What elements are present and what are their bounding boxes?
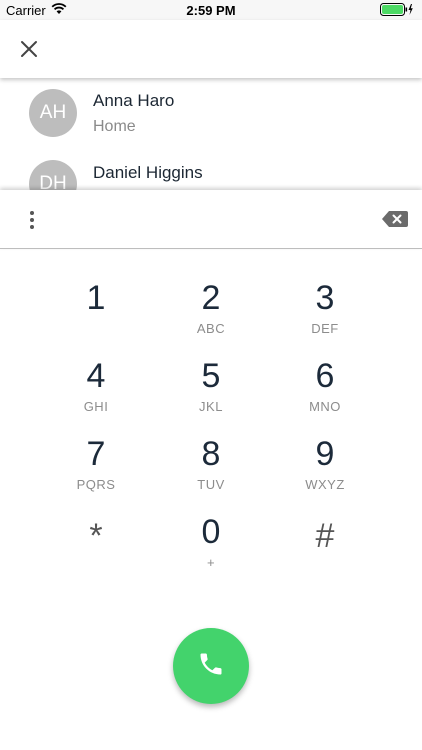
key-letters: MNO xyxy=(309,399,341,414)
backspace-icon[interactable] xyxy=(381,209,409,229)
app-bar xyxy=(0,20,422,78)
dial-key-3[interactable]: 3 DEF xyxy=(275,278,375,350)
contact-name: Daniel Higgins xyxy=(93,163,203,182)
key-digit: 1 xyxy=(86,279,106,317)
key-letters: ABC xyxy=(196,321,226,336)
contact-number-type: Home xyxy=(93,118,136,135)
key-digit: # xyxy=(315,517,335,555)
dial-pad: 1 2 ABC 3 DEF 4 GHI 5 JKL 6 MNO 7 PQRS 8… xyxy=(0,248,422,588)
contact-suggestions-list: AH Anna Haro Home DH Daniel Higgins xyxy=(0,78,422,190)
status-bar: Carrier 2:59 PM xyxy=(0,0,422,20)
key-letters: PQRS xyxy=(76,477,116,492)
contact-row[interactable]: AH Anna Haro Home xyxy=(0,78,422,150)
key-letters: + xyxy=(206,555,216,570)
dial-key-4[interactable]: 4 GHI xyxy=(46,356,146,428)
key-digit: 9 xyxy=(315,435,335,473)
key-digit: 2 xyxy=(201,279,221,317)
more-vert-icon[interactable] xyxy=(28,210,36,230)
dial-key-7[interactable]: 7 PQRS xyxy=(46,434,146,506)
key-digit: 5 xyxy=(201,357,221,395)
avatar: DH xyxy=(29,160,77,190)
clock-time: 2:59 PM xyxy=(186,3,236,18)
close-icon[interactable] xyxy=(19,39,39,59)
contact-row[interactable]: DH Daniel Higgins xyxy=(0,150,422,190)
dial-key-6[interactable]: 6 MNO xyxy=(275,356,375,428)
dial-key-1[interactable]: 1 xyxy=(46,278,146,350)
key-letters: JKL xyxy=(199,399,223,414)
dial-input-bar xyxy=(0,190,422,249)
key-letters: TUV xyxy=(197,477,225,492)
dial-key-hash[interactable]: # xyxy=(275,512,375,584)
dial-key-9[interactable]: 9 WXYZ xyxy=(275,434,375,506)
dial-key-5[interactable]: 5 JKL xyxy=(161,356,261,428)
key-digit: 0 xyxy=(201,513,221,551)
avatar: AH xyxy=(29,89,77,137)
dial-key-0[interactable]: 0 + xyxy=(161,512,261,584)
dial-key-star[interactable]: * xyxy=(46,512,146,584)
phone-icon xyxy=(197,650,225,683)
key-letters: WXYZ xyxy=(305,477,345,492)
key-digit: 3 xyxy=(315,279,335,317)
dial-key-8[interactable]: 8 TUV xyxy=(161,434,261,506)
contact-name: Anna Haro xyxy=(93,91,175,110)
key-digit: 4 xyxy=(86,357,106,395)
battery-icon xyxy=(380,3,414,16)
call-button[interactable] xyxy=(173,628,249,704)
key-letters: GHI xyxy=(83,399,109,414)
dial-key-2[interactable]: 2 ABC xyxy=(161,278,261,350)
key-digit: 6 xyxy=(315,357,335,395)
key-digit: 7 xyxy=(86,435,106,473)
key-letters: DEF xyxy=(311,321,339,336)
key-digit: 8 xyxy=(201,435,221,473)
key-digit: * xyxy=(89,517,103,555)
